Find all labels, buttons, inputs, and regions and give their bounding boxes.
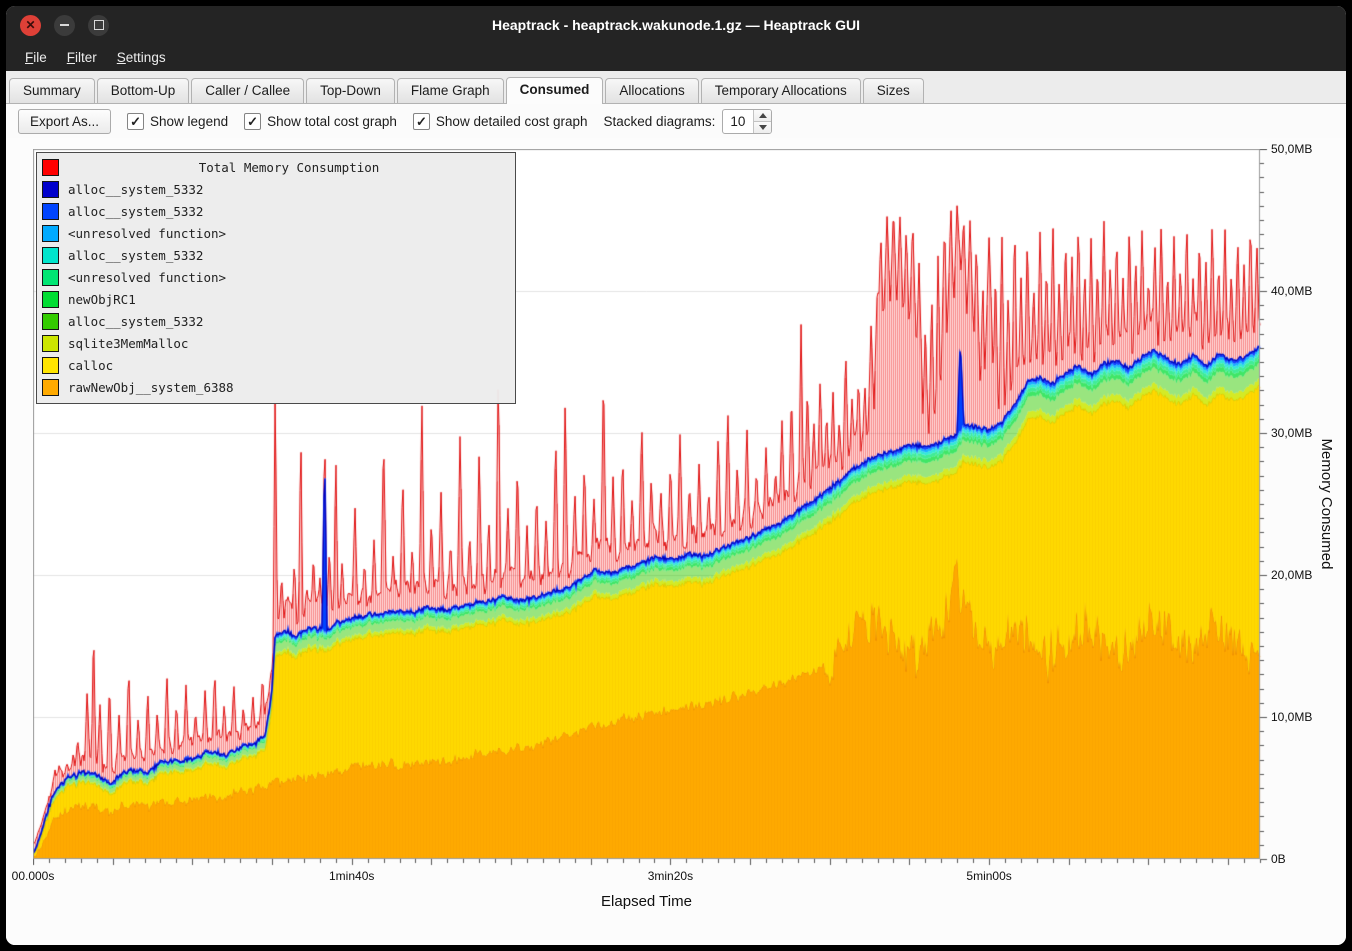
chart-area: Total Memory Consumption alloc__system_5… — [6, 138, 1346, 945]
y-tick-label: 0B — [1271, 852, 1286, 866]
stacked-diagrams-value[interactable]: 10 — [723, 110, 753, 133]
spin-down-button[interactable] — [754, 121, 771, 133]
toolbar-checkboxes: ✓ Show legend ✓ Show total cost graph ✓ Show … — [127, 113, 588, 130]
legend-label: sqlite3MemMalloc — [68, 336, 188, 351]
chevron-down-icon — [759, 125, 767, 130]
menubar: FileFilterSettings — [6, 44, 1346, 71]
tab-top-down[interactable]: Top-Down — [306, 78, 395, 103]
legend-label: alloc__system_5332 — [68, 314, 203, 329]
tab-temporary-allocations[interactable]: Temporary Allocations — [701, 78, 861, 103]
close-button[interactable]: ✕ — [20, 15, 41, 36]
menu-item-file[interactable]: File — [16, 47, 56, 68]
checkbox-label: Show total cost graph — [267, 114, 397, 129]
menu-item-filter[interactable]: Filter — [58, 47, 106, 68]
legend-label: <unresolved function> — [68, 270, 226, 285]
stacked-diagrams-spinbox[interactable]: 10 — [722, 109, 772, 134]
legend-label: <unresolved function> — [68, 226, 226, 241]
tab-sizes[interactable]: Sizes — [863, 78, 924, 103]
legend-swatch — [42, 335, 59, 352]
legend-swatch — [42, 357, 59, 374]
checkbox-icon[interactable]: ✓ — [127, 113, 144, 130]
legend-item: alloc__system_5332 — [42, 310, 510, 332]
minimize-button[interactable] — [54, 15, 75, 36]
tab-consumed[interactable]: Consumed — [506, 77, 604, 104]
y-tick-label: 30,0MB — [1271, 426, 1312, 440]
stacked-diagrams-control: Stacked diagrams: 10 — [604, 109, 773, 134]
tab-flame-graph[interactable]: Flame Graph — [397, 78, 504, 103]
checkbox-icon[interactable]: ✓ — [244, 113, 261, 130]
legend-label: rawNewObj__system_6388 — [68, 380, 234, 395]
y-tick-label: 20,0MB — [1271, 568, 1312, 582]
heaptrack-window: ✕ Heaptrack - heaptrack.wakunode.1.gz — … — [6, 6, 1346, 945]
minimize-icon — [60, 24, 69, 26]
legend-item: alloc__system_5332 — [42, 200, 510, 222]
stacked-diagrams-label: Stacked diagrams: — [604, 114, 716, 129]
menu-item-settings[interactable]: Settings — [108, 47, 175, 68]
legend-title-row: Total Memory Consumption — [42, 156, 510, 178]
legend-item: <unresolved function> — [42, 266, 510, 288]
checkbox-icon[interactable]: ✓ — [413, 113, 430, 130]
x-tick-label: 00.000s — [12, 869, 55, 883]
x-tick-label: 3min20s — [648, 869, 693, 883]
tab-summary[interactable]: Summary — [9, 78, 95, 103]
chevron-up-icon — [759, 113, 767, 118]
tabbar: SummaryBottom-UpCaller / CalleeTop-DownF… — [6, 71, 1346, 104]
legend-label: newObjRC1 — [68, 292, 136, 307]
legend-label: alloc__system_5332 — [68, 204, 203, 219]
window-controls: ✕ — [6, 15, 109, 36]
legend-item: sqlite3MemMalloc — [42, 332, 510, 354]
y-axis-title: Memory Consumed — [1318, 439, 1335, 570]
checkbox-show-detailed-cost-graph[interactable]: ✓ Show detailed cost graph — [413, 113, 588, 130]
legend-item: rawNewObj__system_6388 — [42, 376, 510, 398]
legend-item: calloc — [42, 354, 510, 376]
y-tick-label: 40,0MB — [1271, 284, 1312, 298]
legend-item: newObjRC1 — [42, 288, 510, 310]
legend-label: alloc__system_5332 — [68, 248, 203, 263]
y-tick-label: 10,0MB — [1271, 710, 1312, 724]
legend-swatch-total — [42, 159, 59, 176]
checkbox-show-total-cost-graph[interactable]: ✓ Show total cost graph — [244, 113, 397, 130]
legend-title: Total Memory Consumption — [68, 160, 510, 175]
legend-label: calloc — [68, 358, 113, 373]
y-tick-label: 50,0MB — [1271, 142, 1312, 156]
legend-swatch — [42, 247, 59, 264]
legend-swatch — [42, 379, 59, 396]
checkbox-label: Show detailed cost graph — [436, 114, 588, 129]
legend-swatch — [42, 269, 59, 286]
legend-label: alloc__system_5332 — [68, 182, 203, 197]
tab-caller-callee[interactable]: Caller / Callee — [191, 78, 304, 103]
legend-swatch — [42, 291, 59, 308]
legend: Total Memory Consumption alloc__system_5… — [36, 152, 516, 404]
legend-item: alloc__system_5332 — [42, 178, 510, 200]
spin-up-button[interactable] — [754, 110, 771, 121]
legend-item: <unresolved function> — [42, 222, 510, 244]
legend-swatch — [42, 313, 59, 330]
window-title: Heaptrack - heaptrack.wakunode.1.gz — He… — [6, 17, 1346, 33]
x-tick-label: 1min40s — [329, 869, 374, 883]
maximize-icon — [94, 20, 104, 30]
legend-swatch — [42, 203, 59, 220]
export-as-button[interactable]: Export As... — [18, 109, 111, 134]
titlebar[interactable]: ✕ Heaptrack - heaptrack.wakunode.1.gz — … — [6, 6, 1346, 44]
tab-bottom-up[interactable]: Bottom-Up — [97, 78, 190, 103]
maximize-button[interactable] — [88, 15, 109, 36]
legend-swatch — [42, 181, 59, 198]
legend-item: alloc__system_5332 — [42, 244, 510, 266]
spin-buttons — [753, 110, 771, 133]
legend-swatch — [42, 225, 59, 242]
x-tick-label: 5min00s — [966, 869, 1011, 883]
tab-allocations[interactable]: Allocations — [605, 78, 698, 103]
checkbox-show-legend[interactable]: ✓ Show legend — [127, 113, 228, 130]
x-axis-title: Elapsed Time — [601, 893, 692, 910]
toolbar: Export As... ✓ Show legend ✓ Show total cos… — [6, 104, 1346, 138]
checkbox-label: Show legend — [150, 114, 228, 129]
